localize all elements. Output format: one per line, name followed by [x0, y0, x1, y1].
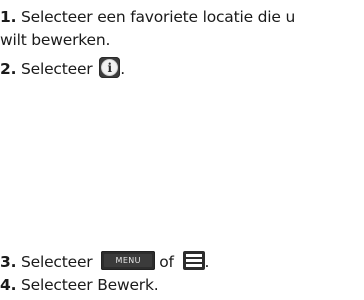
step-text: Selecteer	[21, 253, 93, 271]
instruction-page: 1. Selecteer een favoriete locatie die u…	[0, 0, 364, 300]
step-number: 3.	[0, 253, 17, 271]
step-emphasis: Bewerk	[97, 276, 154, 294]
hamburger-menu-icon	[182, 251, 205, 270]
step-text: Selecteer	[21, 60, 93, 78]
info-glyph: i	[107, 61, 113, 75]
step-punctuation: .	[153, 276, 159, 294]
step-number: 4.	[0, 276, 17, 294]
step-4: 4. Selecteer Bewerk.	[0, 274, 159, 296]
step-1: 1. Selecteer een favoriete locatie die u	[0, 6, 295, 28]
step-text: Selecteer	[21, 276, 93, 294]
step-text: Selecteer een favoriete locatie die u	[21, 8, 296, 26]
step-text: wilt bewerken.	[0, 31, 111, 49]
step-1-continuation: wilt bewerken.	[0, 29, 110, 51]
step-punctuation: .	[204, 253, 210, 271]
step-number: 2.	[0, 60, 17, 78]
step-connector: of	[159, 253, 174, 271]
step-2: 2. Selecteer i .	[0, 57, 125, 80]
info-icon: i	[99, 57, 121, 78]
step-number: 1.	[0, 8, 17, 26]
step-3: 3. Selecteer MENU of .	[0, 251, 209, 273]
step-punctuation: .	[120, 60, 125, 78]
menu-button-icon: MENU	[101, 251, 156, 270]
menu-button-label: MENU	[115, 256, 141, 265]
